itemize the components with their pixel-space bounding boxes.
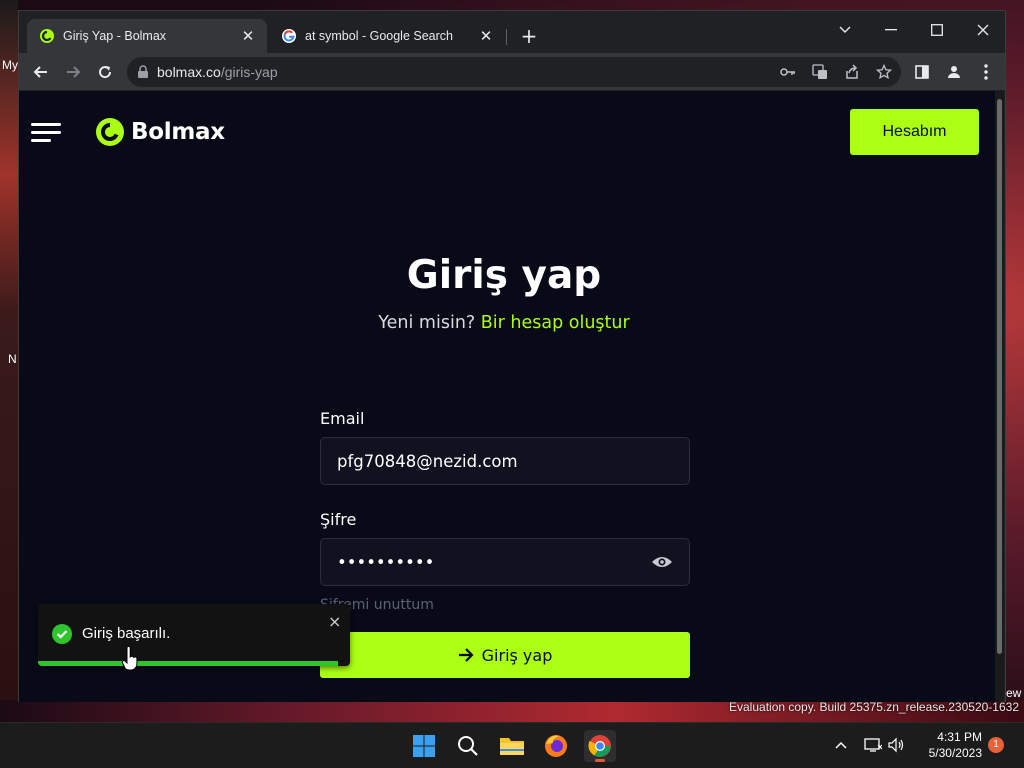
register-prompt-text: Yeni misin? — [378, 313, 476, 333]
toast-progress-bar — [38, 661, 338, 666]
folder-icon — [500, 738, 524, 755]
bolmax-favicon-icon — [40, 29, 54, 43]
check-circle-icon — [52, 624, 72, 644]
page-title: Giriş yap — [406, 253, 602, 298]
show-password-eye-icon[interactable] — [651, 555, 673, 569]
volume-button[interactable] — [886, 733, 908, 757]
browser-toolbar: bolmax.co/giris-yap — [19, 53, 1005, 91]
brand-logo[interactable]: Bolmax — [95, 117, 225, 147]
hand-cursor-icon — [122, 647, 138, 671]
share-icon[interactable] — [841, 60, 863, 84]
page-scrollbar[interactable] — [995, 91, 1004, 702]
clock[interactable]: 4:31 PM 5/30/2023 — [918, 729, 982, 761]
start-button[interactable] — [408, 730, 440, 762]
login-submit-label: Giriş yap — [481, 645, 553, 665]
translate-icon[interactable] — [809, 60, 831, 84]
brand-name: Bolmax — [131, 119, 225, 145]
url-host: bolmax.co — [157, 64, 221, 80]
tab-title: Giriş Yap - Bolmax — [63, 29, 167, 43]
tab-bolmax[interactable]: Giriş Yap - Bolmax ✕ — [27, 19, 267, 53]
login-submit-button[interactable]: Giriş yap — [320, 632, 690, 678]
success-toast: Giriş başarılı. × — [38, 604, 350, 666]
minimize-button[interactable] — [871, 15, 911, 45]
chrome-button[interactable] — [584, 730, 616, 762]
email-field[interactable]: pfg70848@nezid.com — [320, 437, 690, 485]
bolmax-logo-icon — [96, 118, 124, 146]
desktop-left-strip — [0, 0, 18, 700]
chrome-icon — [588, 735, 611, 757]
new-tab-button[interactable]: + — [517, 25, 541, 49]
password-value: •••••••••• — [337, 552, 435, 572]
password-key-icon[interactable] — [777, 60, 799, 84]
arrow-left-icon — [33, 66, 47, 78]
hamburger-menu-icon[interactable] — [31, 123, 61, 143]
chevron-down-icon — [839, 26, 851, 33]
tab-title: at symbol - Google Search — [305, 29, 453, 43]
email-value: pfg70848@nezid.com — [337, 451, 518, 471]
clock-time: 4:31 PM — [937, 730, 982, 744]
toast-message: Giriş başarılı. — [82, 625, 171, 642]
reload-button[interactable] — [93, 60, 117, 84]
address-bar[interactable]: bolmax.co/giris-yap — [127, 57, 901, 87]
forward-button[interactable] — [61, 60, 85, 84]
network-status-button[interactable] — [862, 733, 884, 757]
desktop-icon-label[interactable]: N — [8, 352, 17, 366]
menu-dots-icon[interactable] — [975, 60, 997, 84]
back-button[interactable] — [29, 60, 53, 84]
url-path: /giris-yap — [220, 64, 278, 80]
active-app-indicator — [595, 759, 605, 762]
clock-date: 5/30/2023 — [928, 746, 982, 760]
search-icon — [458, 736, 478, 756]
close-tab-icon[interactable]: ✕ — [479, 27, 493, 45]
firefox-icon — [545, 735, 567, 757]
arrow-right-icon — [67, 66, 81, 78]
tab-search-button[interactable] — [825, 15, 865, 45]
windows-logo-icon — [413, 735, 435, 757]
side-panel-icon[interactable] — [911, 60, 933, 84]
register-link[interactable]: Bir hesap oluştur — [481, 313, 630, 333]
register-prompt: Yeni misin? Bir hesap oluştur — [19, 313, 989, 333]
maximize-icon — [931, 24, 943, 36]
show-hidden-icons-button[interactable] — [832, 733, 850, 757]
account-button[interactable]: Hesabım — [850, 109, 979, 155]
tab-strip: Giriş Yap - Bolmax ✕ at symbol - Google … — [19, 11, 1005, 53]
minimize-icon — [885, 29, 897, 31]
desktop-edge-text: ew — [1006, 686, 1022, 700]
tab-separator — [506, 29, 507, 45]
network-icon — [864, 738, 882, 752]
email-label: Email — [320, 409, 365, 428]
chevron-up-icon — [835, 741, 847, 749]
taskbar-search-button[interactable] — [452, 730, 484, 762]
evaluation-watermark: Evaluation copy. Build 25375.zn_release.… — [729, 700, 1019, 714]
desktop-icon-label[interactable]: My — [2, 58, 18, 72]
reload-icon — [99, 66, 112, 79]
scrollbar-thumb[interactable] — [997, 99, 1002, 654]
browser-window: Giriş Yap - Bolmax ✕ at symbol - Google … — [18, 10, 1006, 702]
password-label: Şifre — [320, 510, 357, 529]
close-window-button[interactable] — [963, 15, 1003, 45]
bookmark-star-icon[interactable] — [873, 60, 895, 84]
maximize-button[interactable] — [917, 15, 957, 45]
lock-icon[interactable] — [137, 65, 149, 79]
firefox-button[interactable] — [540, 730, 572, 762]
password-field[interactable]: •••••••••• — [320, 538, 690, 586]
notification-badge[interactable]: 1 — [988, 737, 1004, 753]
tab-google-search[interactable]: at symbol - Google Search ✕ — [269, 19, 505, 53]
windows-taskbar: 4:31 PM 5/30/2023 1 — [0, 722, 1024, 768]
file-explorer-button[interactable] — [496, 730, 528, 762]
close-icon — [977, 24, 989, 36]
google-favicon-icon — [282, 29, 296, 43]
speaker-icon — [888, 737, 904, 753]
close-tab-icon[interactable]: ✕ — [241, 27, 255, 45]
profile-icon[interactable] — [943, 60, 965, 84]
arrow-right-icon — [458, 648, 474, 662]
toast-close-icon[interactable]: × — [328, 612, 341, 631]
